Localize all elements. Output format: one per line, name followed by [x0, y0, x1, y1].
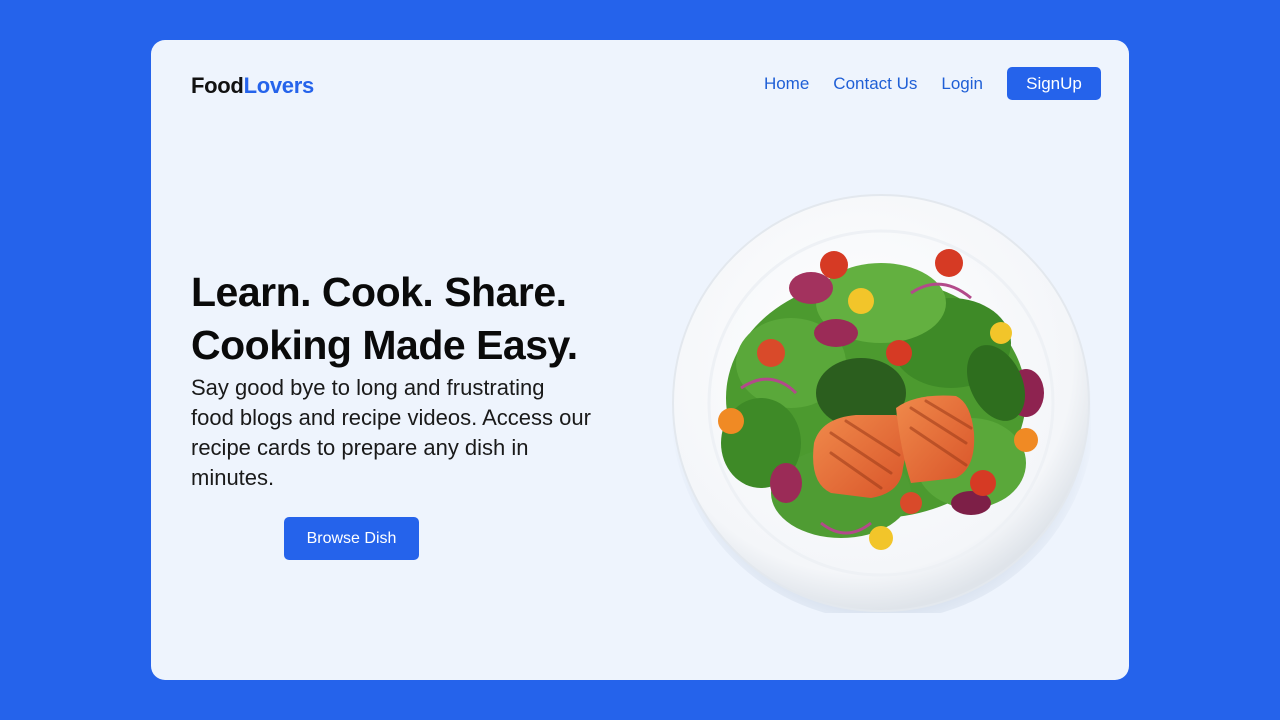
signup-button[interactable]: SignUp — [1007, 67, 1101, 100]
brand-name-part2: Lovers — [243, 73, 315, 98]
nav-link-login[interactable]: Login — [941, 74, 983, 94]
landing-card: FoodLovers Home Contact Us Login SignUp … — [151, 40, 1129, 680]
nav-link-home[interactable]: Home — [764, 74, 809, 94]
hero-headline: Learn. Cook. Share. Cooking Made Easy. — [191, 266, 578, 372]
browse-dish-button[interactable]: Browse Dish — [284, 517, 419, 560]
brand-logo[interactable]: FoodLovers — [191, 73, 314, 99]
nav-link-contact-us[interactable]: Contact Us — [833, 74, 917, 94]
headline-line-1: Learn. Cook. Share. — [191, 269, 567, 315]
top-nav: Home Contact Us Login SignUp — [764, 67, 1101, 100]
salmon-salad-plate-image — [671, 193, 1091, 613]
hero-description: Say good bye to long and frustrating foo… — [191, 375, 591, 490]
brand-name-part1: Food — [191, 73, 244, 98]
headline-line-2: Cooking Made Easy. — [191, 322, 578, 368]
